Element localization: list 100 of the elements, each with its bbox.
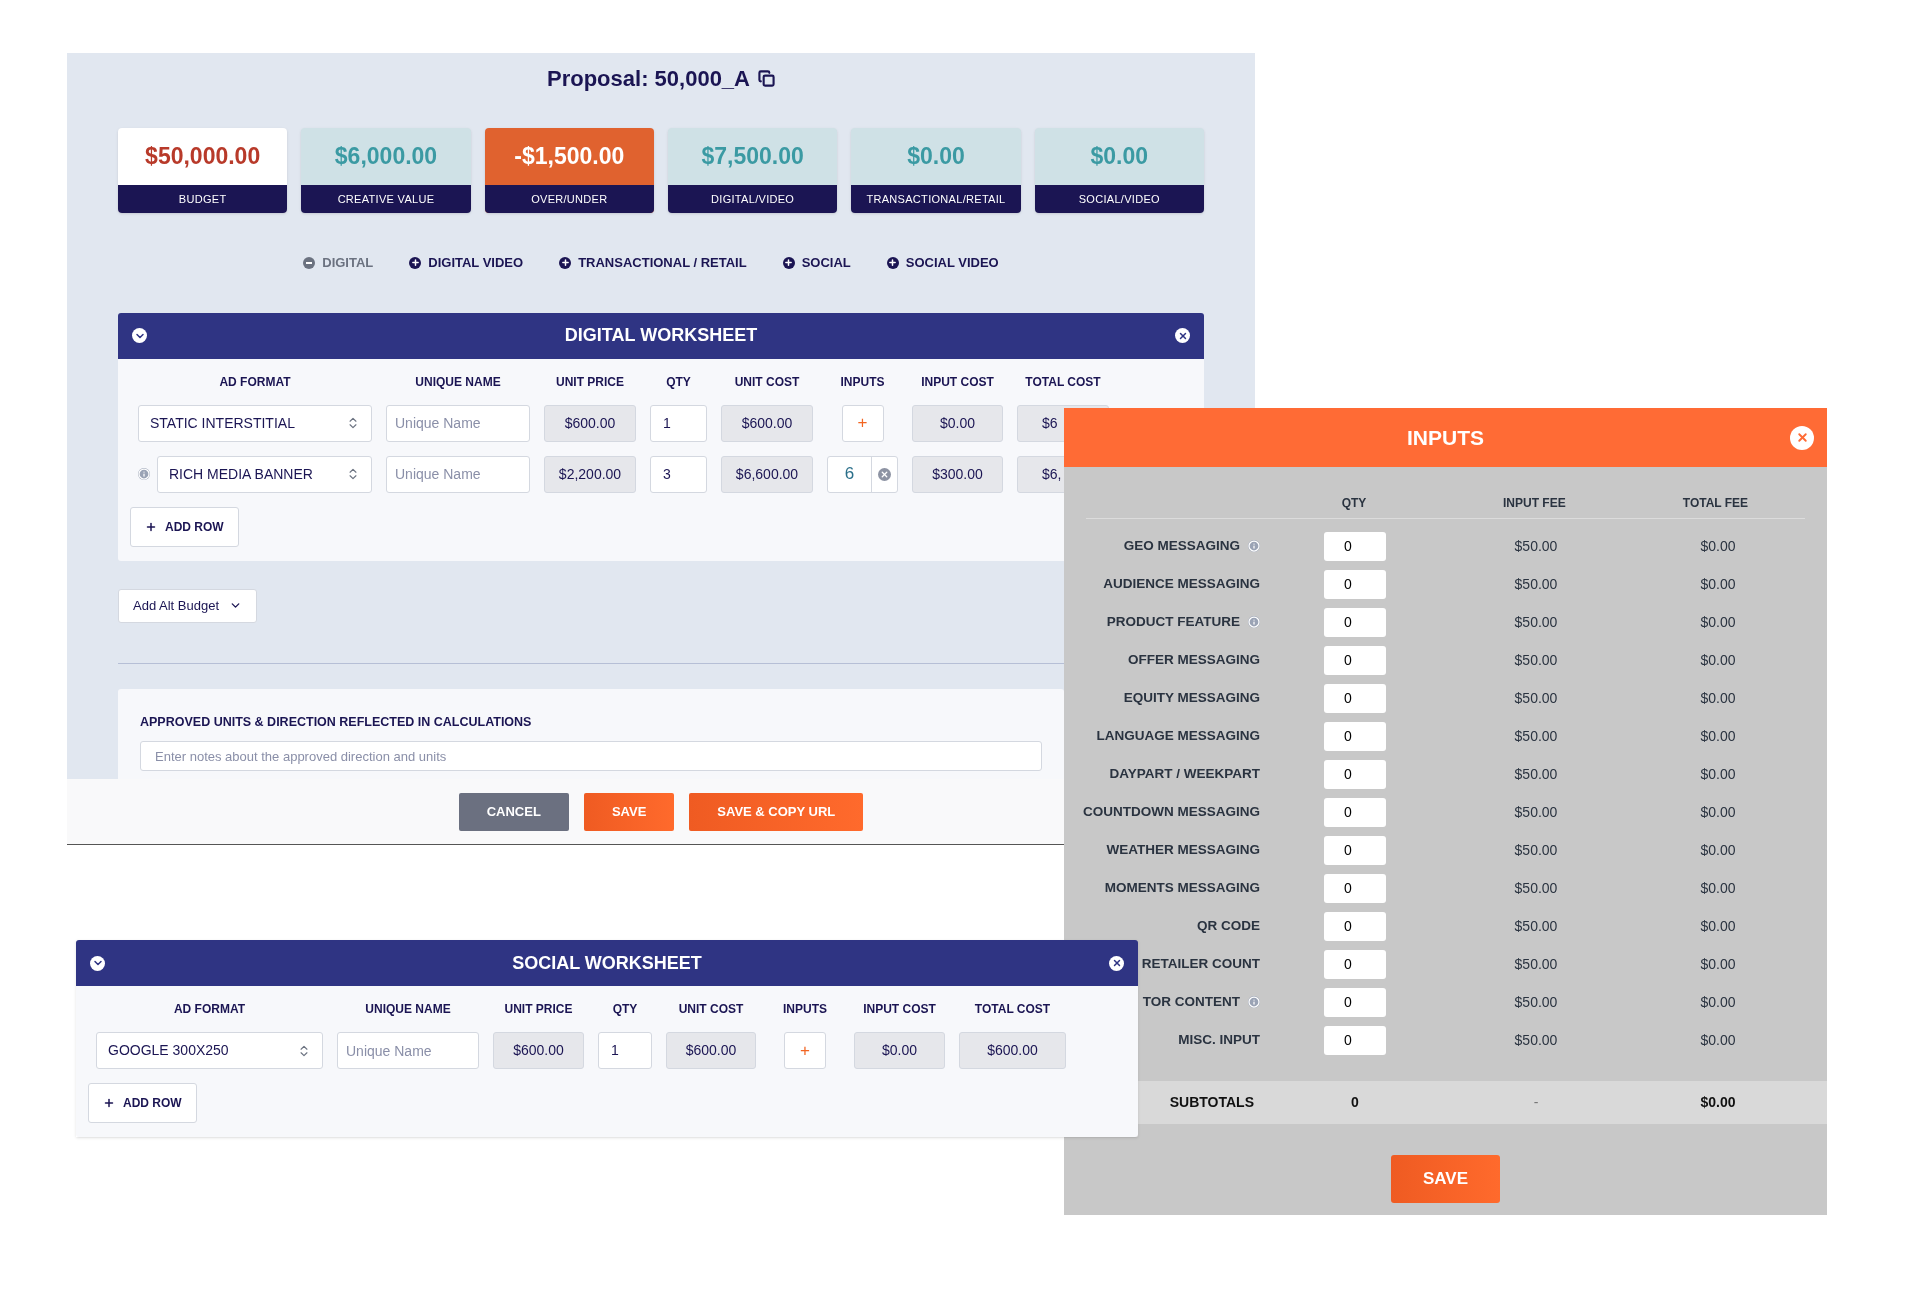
input-label: WEATHER MESSAGING xyxy=(1106,840,1260,859)
section-toggle[interactable]: DIGITAL xyxy=(303,253,374,273)
alt-budget-dropdown[interactable]: Add Alt Budget xyxy=(118,588,257,623)
qty-input[interactable]: 0 xyxy=(1324,987,1386,1017)
input-fee-cell-text: $50.00 xyxy=(1513,878,1559,898)
qty-input[interactable]: 0 xyxy=(1324,911,1386,941)
column-header: UNIT PRICE xyxy=(555,373,625,391)
column-header: QTY xyxy=(611,1001,639,1018)
column-header: UNIT COST xyxy=(733,373,801,391)
input-fee-cell-text: $50.00 xyxy=(1513,726,1559,746)
summary-card: $0.00 SOCIAL/VIDEO xyxy=(1034,128,1204,213)
plus-icon xyxy=(145,520,157,533)
input-fee-cell-text: $50.00 xyxy=(1513,916,1559,936)
column-header: UNIT PRICE xyxy=(503,1001,574,1018)
notes-label: APPROVED UNITS & DIRECTION REFLECTED IN CALCULATIONS xyxy=(140,714,532,732)
total-fee-cell-text: $0.00 xyxy=(1699,688,1737,708)
copy-icon[interactable] xyxy=(758,69,775,87)
input-fee-cell-text: $50.00 xyxy=(1513,764,1559,784)
unique-name-input[interactable]: Unique Name xyxy=(337,1032,479,1069)
qty-input[interactable]: 0 xyxy=(1324,1025,1386,1055)
summary-card: $6,000.00 CREATIVE VALUE xyxy=(301,128,471,213)
total-fee-cell-text: $0.00 xyxy=(1699,916,1737,936)
input-label: TOR CONTENT xyxy=(1142,992,1240,1011)
plus-icon xyxy=(886,256,899,269)
notes-input[interactable]: Enter notes about the approved direction and units xyxy=(140,741,1042,772)
qty-input[interactable]: 0 xyxy=(1324,949,1386,979)
info-icon xyxy=(138,468,150,480)
info-icon xyxy=(1248,996,1260,1008)
input-fee-cell-text: $50.00 xyxy=(1513,954,1559,974)
total-fee-cell-text: $0.00 xyxy=(1699,650,1737,670)
add-row-button[interactable]: ADD ROW xyxy=(130,506,239,547)
summary-card: -$1,500.00 OVER/UNDER xyxy=(484,128,654,213)
column-header: INPUT COST xyxy=(862,1001,937,1018)
total-fee-cell-text: $0.00 xyxy=(1699,954,1737,974)
input-fee-cell-text: $50.00 xyxy=(1513,574,1559,594)
ad-format-select[interactable]: RICH MEDIA BANNER xyxy=(157,455,372,493)
close-icon[interactable] xyxy=(1109,955,1124,971)
qty-input[interactable]: 1 xyxy=(598,1032,652,1069)
section-toggle[interactable]: SOCIAL VIDEO xyxy=(886,253,999,273)
total-fee-cell-text: $0.00 xyxy=(1699,992,1737,1012)
qty-input[interactable]: 3 xyxy=(650,455,707,493)
summary-card: $0.00 TRANSACTIONAL/RETAIL xyxy=(851,128,1021,213)
input-fee-cell-text: $50.00 xyxy=(1513,536,1559,556)
unit-price-cell: $600.00 xyxy=(493,1032,584,1069)
column-header: TOTAL COST xyxy=(973,1001,1052,1018)
unit-price-cell: $2,200.00 xyxy=(544,455,636,493)
qty-input[interactable]: 1 xyxy=(650,404,707,442)
input-label: PRODUCT FEATURE xyxy=(1106,612,1240,631)
close-icon[interactable] xyxy=(1175,328,1190,343)
summary-card: $50,000.00 BUDGET xyxy=(118,128,288,213)
input-fee-cell-text: $50.00 xyxy=(1513,802,1559,822)
cancel-button[interactable]: CANCEL xyxy=(458,792,569,831)
qty-input[interactable]: 0 xyxy=(1324,683,1386,713)
total-fee-cell-text: $0.00 xyxy=(1699,764,1737,784)
total-fee-cell-text: $0.00 xyxy=(1699,574,1737,594)
total-cost-cell: $600.00 xyxy=(959,1032,1066,1069)
unit-cost-cell: $6,600.00 xyxy=(721,455,813,493)
collapse-icon[interactable] xyxy=(90,955,105,971)
qty-input[interactable]: 0 xyxy=(1324,759,1386,789)
unit-cost-cell: $600.00 xyxy=(666,1032,756,1069)
total-fee-cell-text: $0.00 xyxy=(1699,612,1737,632)
column-header: TOTAL COST xyxy=(1024,373,1102,391)
qty-input[interactable]: 0 xyxy=(1324,531,1386,561)
qty-input[interactable]: 0 xyxy=(1324,721,1386,751)
unit-cost-cell: $600.00 xyxy=(721,404,813,442)
section-toggle[interactable]: DIGITAL VIDEO xyxy=(409,253,524,273)
minus-icon xyxy=(303,256,316,269)
add-row-button[interactable]: ADD ROW xyxy=(88,1083,197,1123)
clear-icon[interactable] xyxy=(878,467,891,481)
summary-card: $7,500.00 DIGITAL/VIDEO xyxy=(668,128,838,213)
input-label: RETAILER COUNT xyxy=(1141,954,1260,973)
input-label: LANGUAGE MESSAGING xyxy=(1096,726,1260,745)
subtotals-label: SUBTOTALS xyxy=(1168,1093,1254,1112)
qty-input[interactable]: 0 xyxy=(1324,797,1386,827)
qty-input[interactable]: 0 xyxy=(1324,835,1386,865)
column-header: QTY xyxy=(1340,494,1368,512)
column-header: QTY xyxy=(665,373,692,391)
input-fee-cell-text: $50.00 xyxy=(1513,612,1559,632)
unique-name-input[interactable]: Unique Name xyxy=(386,455,530,493)
ad-format-select[interactable]: GOOGLE 300X250 xyxy=(96,1032,323,1069)
qty-input[interactable]: 0 xyxy=(1324,607,1386,637)
input-fee-cell-text: $50.00 xyxy=(1513,840,1559,860)
qty-input[interactable]: 0 xyxy=(1324,645,1386,675)
collapse-icon[interactable] xyxy=(132,328,147,343)
total-fee-cell-text: $0.00 xyxy=(1699,802,1737,822)
ad-format-select[interactable]: STATIC INTERSTITIAL xyxy=(138,404,372,442)
unique-name-input[interactable]: Unique Name xyxy=(386,404,530,442)
input-label: QR CODE xyxy=(1197,916,1260,935)
plus-icon xyxy=(782,256,795,269)
qty-input[interactable]: 0 xyxy=(1324,873,1386,903)
column-header: UNIT COST xyxy=(677,1001,745,1018)
qty-input[interactable]: 0 xyxy=(1324,569,1386,599)
plus-icon xyxy=(409,256,422,269)
column-header: INPUTS xyxy=(782,1001,828,1018)
section-toggle[interactable]: TRANSACTIONAL / RETAIL xyxy=(559,253,747,273)
input-fee-cell-text: $50.00 xyxy=(1513,688,1559,708)
section-toggle[interactable]: SOCIAL xyxy=(782,253,851,273)
input-label: GEO MESSAGING xyxy=(1123,536,1240,555)
subtotal-fee: - xyxy=(1532,1093,1540,1112)
inputs-count-field[interactable]: 6 xyxy=(827,455,898,493)
